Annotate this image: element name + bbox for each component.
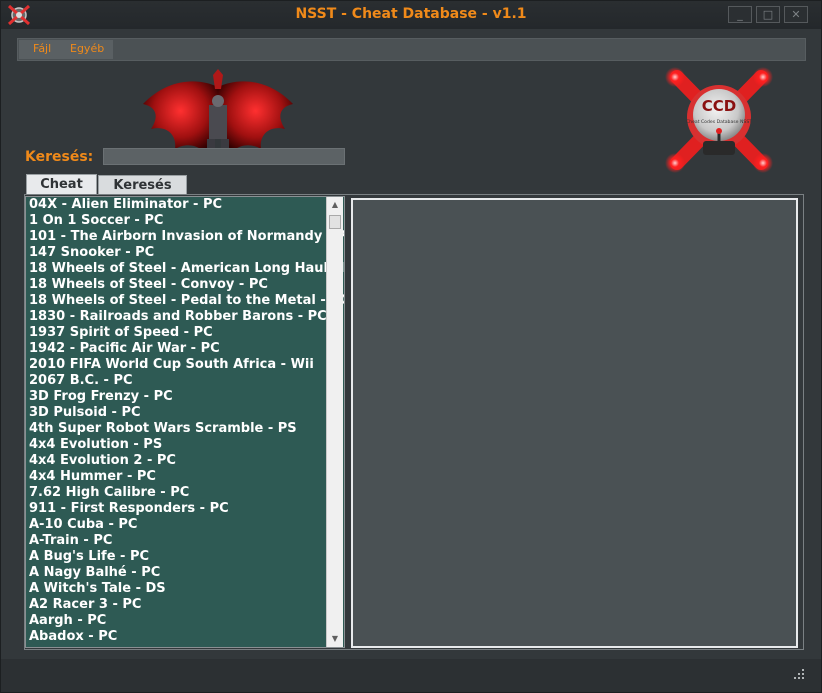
list-item[interactable]: 1 On 1 Soccer - PC xyxy=(26,213,344,229)
ccd-logo-text: CCD xyxy=(702,97,736,115)
minimize-button[interactable]: _ xyxy=(728,6,752,23)
list-item[interactable]: 4x4 Evolution - PS xyxy=(26,437,344,453)
list-item[interactable]: 2010 FIFA World Cup South Africa - Wii xyxy=(26,357,344,373)
ccd-logo-subtext: Cheat Codes Database NSST xyxy=(686,119,752,125)
list-item[interactable]: 04X - Alien Eliminator - PC xyxy=(26,197,344,213)
list-item[interactable]: Abadox - PC xyxy=(26,629,344,645)
list-item[interactable]: A-Train - PC xyxy=(26,533,344,549)
ccd-logo: CCD Cheat Codes Database NSST xyxy=(665,67,773,173)
close-icon: ✕ xyxy=(791,8,801,21)
resize-grip-icon[interactable] xyxy=(793,668,805,680)
game-list[interactable]: 04X - Alien Eliminator - PC 1 On 1 Soccer… xyxy=(25,196,345,648)
list-item[interactable]: 1830 - Railroads and Robber Barons - PC xyxy=(26,309,344,325)
scroll-up-icon[interactable]: ▲ xyxy=(327,197,343,213)
list-item[interactable]: 18 Wheels of Steel - American Long Haul … xyxy=(26,261,344,277)
list-item[interactable]: Aargh - PC xyxy=(26,613,344,629)
list-item[interactable]: 3D Frog Frenzy - PC xyxy=(26,389,344,405)
list-item[interactable]: 3D Pulsoid - PC xyxy=(26,405,344,421)
tab-kereses[interactable]: Keresés xyxy=(98,175,187,195)
dragon-logo xyxy=(143,69,293,155)
game-list-items: 04X - Alien Eliminator - PC 1 On 1 Soccer… xyxy=(26,197,344,645)
list-item[interactable]: A Witch's Tale - DS xyxy=(26,581,344,597)
menu-bar: Fájl Egyéb xyxy=(17,38,806,61)
list-item[interactable]: 1942 - Pacific Air War - PC xyxy=(26,341,344,357)
app-window: NSST - Cheat Database - v1.1 _ □ ✕ Fájl … xyxy=(0,0,822,693)
list-item[interactable]: 4x4 Evolution 2 - PC xyxy=(26,453,344,469)
list-item[interactable]: 147 Snooker - PC xyxy=(26,245,344,261)
status-bar xyxy=(1,659,821,692)
list-item[interactable]: 911 - First Responders - PC xyxy=(26,501,344,517)
close-button[interactable]: ✕ xyxy=(784,6,808,23)
list-item[interactable]: 18 Wheels of Steel - Convoy - PC xyxy=(26,277,344,293)
list-item[interactable]: A Nagy Balhé - PC xyxy=(26,565,344,581)
tab-cheat[interactable]: Cheat xyxy=(26,174,97,195)
window-title: NSST - Cheat Database - v1.1 xyxy=(295,6,527,22)
scroll-thumb[interactable] xyxy=(329,215,341,229)
list-item[interactable]: 4th Super Robot Wars Scramble - PS xyxy=(26,421,344,437)
search-label: Keresés: xyxy=(25,149,94,165)
scroll-down-icon[interactable]: ▼ xyxy=(327,631,343,647)
list-item[interactable]: A Bug's Life - PC xyxy=(26,549,344,565)
menu-item-egyeb[interactable]: Egyéb xyxy=(70,42,104,55)
search-input[interactable] xyxy=(103,148,345,165)
menu-item-fajl[interactable]: Fájl xyxy=(33,42,51,55)
minimize-icon: _ xyxy=(737,8,743,21)
maximize-icon: □ xyxy=(762,8,774,21)
list-item[interactable]: 2067 B.C. - PC xyxy=(26,373,344,389)
list-item[interactable]: 4x4 Hummer - PC xyxy=(26,469,344,485)
list-scrollbar[interactable]: ▲ ▼ xyxy=(326,197,343,647)
list-item[interactable]: 1937 Spirit of Speed - PC xyxy=(26,325,344,341)
list-item[interactable]: A-10 Cuba - PC xyxy=(26,517,344,533)
title-bar[interactable]: NSST - Cheat Database - v1.1 _ □ ✕ xyxy=(1,1,821,29)
cheat-detail-panel xyxy=(351,198,798,648)
list-item[interactable]: 18 Wheels of Steel - Pedal to the Metal … xyxy=(26,293,344,309)
list-item[interactable]: 7.62 High Calibre - PC xyxy=(26,485,344,501)
list-item[interactable]: 101 - The Airborn Invasion of Normandy -… xyxy=(26,229,344,245)
maximize-button[interactable]: □ xyxy=(756,6,780,23)
list-item[interactable]: A2 Racer 3 - PC xyxy=(26,597,344,613)
